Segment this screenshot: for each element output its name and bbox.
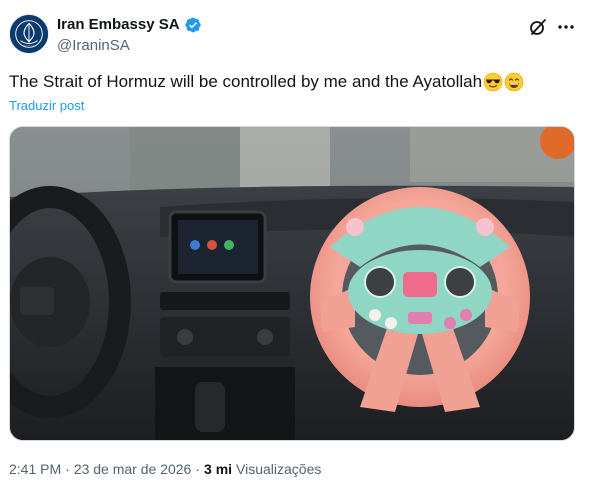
post-body: The Strait of Hormuz will be controlled …	[9, 72, 483, 91]
views-count[interactable]: 3 mi	[204, 460, 232, 478]
post-image[interactable]	[9, 126, 575, 441]
post-meta: 2:41 PM · 23 de mar de 2026 · 3 mi Visua…	[9, 460, 321, 478]
meta-separator: ·	[65, 461, 70, 477]
views-label: Visualizações	[236, 461, 322, 477]
smiling-face-with-sunglasses-icon	[483, 72, 503, 92]
author-name-row[interactable]: Iran Embassy SA	[57, 16, 202, 34]
verified-badge-icon	[184, 16, 202, 34]
tweet: ~~~~~ Iran Embassy SA @IraninSA The Stra…	[0, 0, 591, 484]
translate-link[interactable]: Traduzir post	[9, 98, 84, 114]
emblem-logo: ~~~~~	[10, 15, 48, 53]
grok-icon[interactable]	[528, 17, 548, 37]
toy-steering-wheel-photo	[10, 127, 574, 440]
meta-separator-2: ·	[195, 461, 201, 477]
handle[interactable]: @IraninSA	[57, 37, 130, 55]
post-text: The Strait of Hormuz will be controlled …	[9, 71, 524, 93]
post-date[interactable]: 23 de mar de 2026	[74, 460, 192, 478]
display-name[interactable]: Iran Embassy SA	[57, 16, 180, 34]
more-icon[interactable]	[556, 17, 576, 37]
svg-text:~~~~~: ~~~~~	[23, 44, 36, 48]
post-time[interactable]: 2:41 PM	[9, 460, 61, 478]
avatar[interactable]: ~~~~~	[9, 14, 49, 54]
grinning-face-with-smiling-eyes-icon	[504, 72, 524, 92]
